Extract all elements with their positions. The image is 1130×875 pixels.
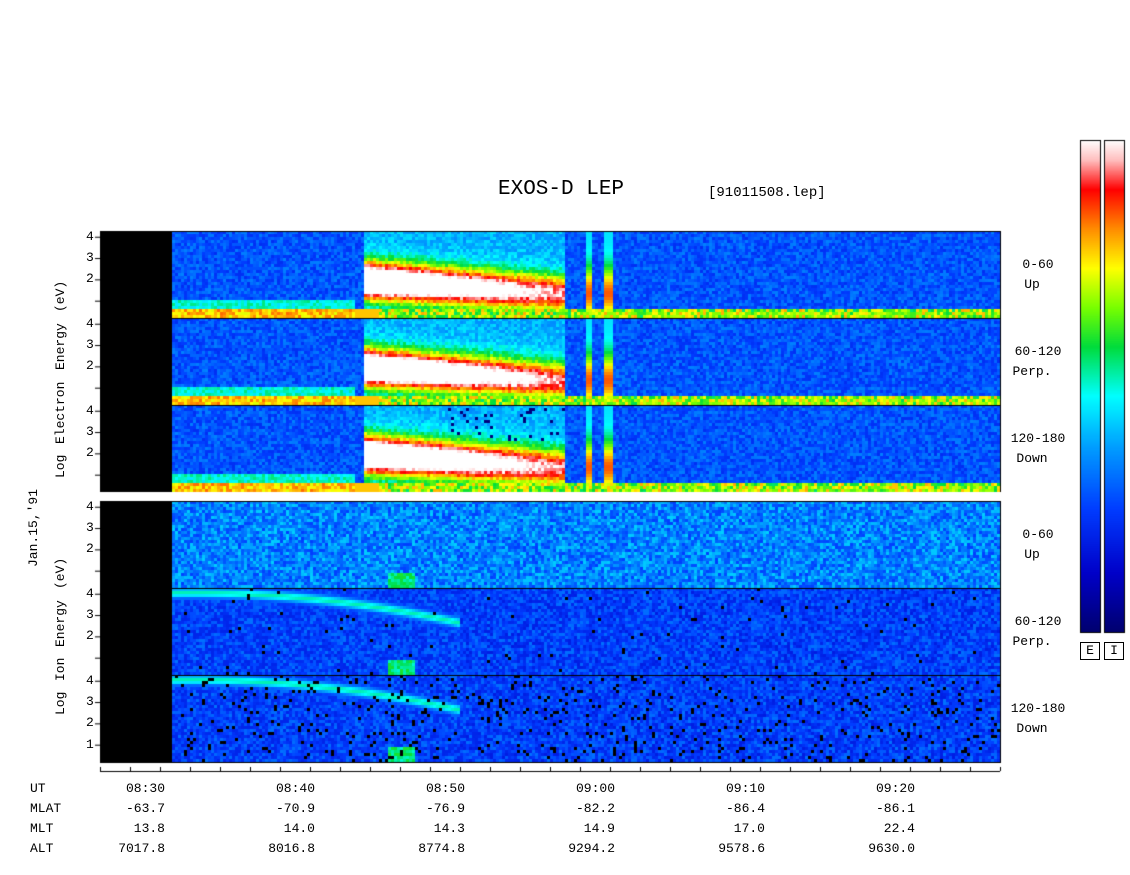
orbit-ut-0: 08:30: [125, 781, 165, 796]
ytick-g0-p0-2: 2: [86, 271, 94, 287]
orbit-mlat-2: -76.9: [425, 801, 465, 816]
ytick-g1-p2-2: 2: [86, 715, 94, 731]
pitch-label-g0-p1: 60-120: [1014, 344, 1062, 359]
ytick-g1-p0-3: 3: [86, 520, 94, 536]
ytick-g1-p1-2: 2: [86, 628, 94, 644]
pitch-label-g0-p2: 120-180: [1010, 431, 1066, 446]
ytick-g1-p1-4: 4: [86, 585, 94, 601]
ylabel-word-g0-3: (eV): [53, 280, 68, 312]
colorbar-label-i: I: [1104, 642, 1124, 660]
ytick-g1-p2-3: 3: [86, 694, 94, 710]
ytick-g1-p0-4: 4: [86, 498, 94, 514]
orbit-ut-5: 09:20: [875, 781, 915, 796]
direction-label-g1-p2: Down: [1016, 721, 1048, 736]
orbit-mlat-0: -63.7: [125, 801, 165, 816]
orbit-mlt-1: 14.0: [283, 821, 315, 836]
ylabel-word-g1-2: Energy: [53, 600, 68, 647]
direction-label-g1-p1: Perp.: [1012, 634, 1052, 649]
chart-title: EXOS-D LEP: [498, 178, 625, 201]
ylabel-word-g1-1: Ion: [53, 657, 68, 681]
ylabel-word-g1-0: Log: [53, 691, 68, 715]
spectrogram-canvas: [0, 0, 1130, 875]
file-label: [91011508.lep]: [708, 185, 826, 201]
orbit-row-label-ut: UT: [30, 781, 46, 796]
orbit-mlat-1: -70.9: [275, 801, 315, 816]
orbit-mlat-3: -82.2: [575, 801, 615, 816]
orbit-alt-4: 9578.6: [718, 841, 765, 856]
ytick-g0-p0-4: 4: [86, 228, 94, 244]
ytick-g0-p1-4: 4: [86, 315, 94, 331]
direction-label-g0-p2: Down: [1016, 451, 1048, 466]
orbit-mlat-5: -86.1: [875, 801, 915, 816]
ytick-g1-p2-1: 1: [86, 736, 94, 752]
orbit-ut-4: 09:10: [725, 781, 765, 796]
ytick-g0-p1-3: 3: [86, 337, 94, 353]
orbit-alt-0: 7017.8: [118, 841, 165, 856]
ytick-g0-p2-4: 4: [86, 402, 94, 418]
ytick-g1-p1-3: 3: [86, 607, 94, 623]
ylabel-word-g0-2: Energy: [53, 323, 68, 370]
orbit-mlat-4: -86.4: [725, 801, 765, 816]
orbit-mlt-4: 17.0: [733, 821, 765, 836]
orbit-alt-3: 9294.2: [568, 841, 615, 856]
direction-label-g1-p0: Up: [1024, 547, 1040, 562]
orbit-alt-2: 8774.8: [418, 841, 465, 856]
pitch-label-g1-p2: 120-180: [1010, 701, 1066, 716]
ytick-g0-p1-2: 2: [86, 358, 94, 374]
pitch-label-g1-p0: 0-60: [1022, 527, 1054, 542]
orbit-mlt-2: 14.3: [433, 821, 465, 836]
ytick-g1-p2-4: 4: [86, 672, 94, 688]
date-label: Jan.15,'91: [26, 488, 41, 567]
orbit-ut-2: 08:50: [425, 781, 465, 796]
orbit-row-label-alt: ALT: [30, 841, 54, 856]
orbit-alt-5: 9630.0: [868, 841, 915, 856]
colorbar-label-e: E: [1080, 642, 1100, 660]
orbit-alt-1: 8016.8: [268, 841, 315, 856]
ylabel-word-g1-3: (eV): [53, 557, 68, 589]
orbit-mlt-5: 22.4: [883, 821, 915, 836]
orbit-mlt-3: 14.9: [583, 821, 615, 836]
ylabel-word-g0-1: Electron: [53, 381, 68, 444]
orbit-row-label-mlt: MLT: [30, 821, 54, 836]
pitch-label-g0-p0: 0-60: [1022, 257, 1054, 272]
direction-label-g0-p1: Perp.: [1012, 364, 1052, 379]
orbit-ut-1: 08:40: [275, 781, 315, 796]
ytick-g1-p0-2: 2: [86, 541, 94, 557]
orbit-mlt-0: 13.8: [133, 821, 165, 836]
orbit-row-label-mlat: MLAT: [30, 801, 62, 816]
orbit-ut-3: 09:00: [575, 781, 615, 796]
pitch-label-g1-p1: 60-120: [1014, 614, 1062, 629]
ylabel-word-g0-0: Log: [53, 454, 68, 478]
ytick-g0-p2-3: 3: [86, 424, 94, 440]
ytick-g0-p2-2: 2: [86, 445, 94, 461]
direction-label-g0-p0: Up: [1024, 277, 1040, 292]
ytick-g0-p0-3: 3: [86, 250, 94, 266]
